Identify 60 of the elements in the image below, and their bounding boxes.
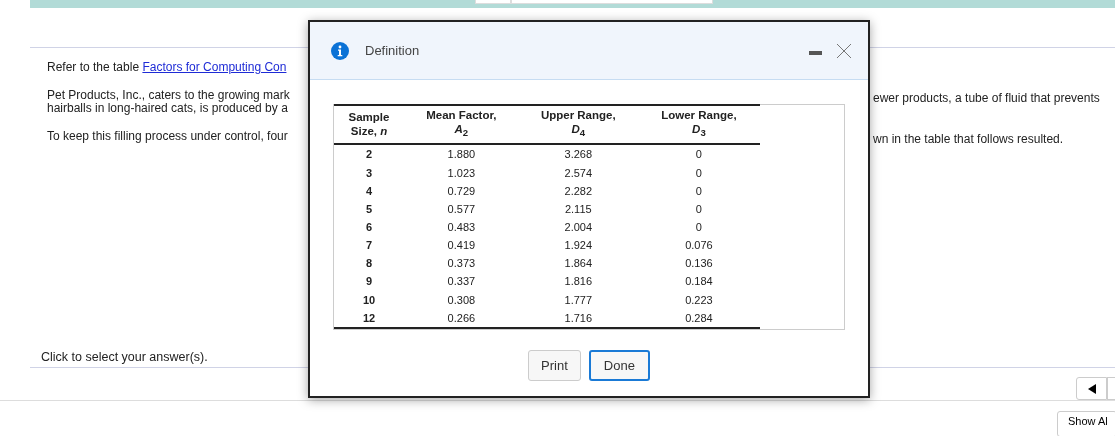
dialog-button[interactable]: Print: [528, 350, 581, 381]
table-cell-text: 0: [694, 183, 703, 199]
table-cell-text: 0.223: [684, 292, 714, 308]
show-all-button[interactable]: Show Al: [1057, 411, 1115, 436]
dialog-title: Definition: [365, 43, 420, 58]
table-cell-text: 0: [694, 201, 703, 217]
table-cell-text: 2.115: [563, 201, 593, 217]
dialog-button[interactable]: Done: [588, 350, 650, 381]
paragraph-text: hairballs in long-haired cats, is produced by a: [47, 102, 288, 115]
table-cell-text: 5: [364, 201, 374, 217]
table-cell-text: 0.337: [446, 274, 477, 290]
table-cell-text: 0.076: [684, 238, 714, 254]
table-cell-text: 0: [694, 220, 703, 235]
table-cell-text: 0.373: [446, 256, 477, 272]
intro-text: Refer to the table: [47, 60, 141, 74]
table-cell-text: 2.004: [563, 220, 594, 235]
left-triangle-icon: [1087, 383, 1096, 394]
table-cell-text: 0.483: [446, 220, 477, 235]
paragraph-text: wn in the table that follows resulted.: [873, 133, 1064, 146]
table-cell-text: 4: [364, 183, 374, 199]
table-cell: 3.268: [518, 144, 639, 164]
column-header: Mean Factor, A$_{2}$: [404, 105, 519, 145]
table-cell-text: 2.282: [563, 183, 594, 199]
table-cell: 0.266: [404, 308, 519, 328]
table-cell-text: 0: [694, 165, 703, 181]
table-cell-text: 0.729: [446, 183, 477, 199]
info-icon: [331, 41, 349, 60]
table-cell-text: 1.777: [563, 292, 594, 308]
table-cell-text: 1.023: [446, 165, 477, 181]
table-cell-text: 10: [361, 292, 377, 308]
table-cell-text: 0.136: [684, 256, 714, 272]
column-header: Upper Range, D$_{4}$: [518, 105, 639, 145]
column-header: Lower Range, D$_{3}$: [638, 105, 760, 145]
table-cell: 1.716: [518, 308, 639, 328]
back-button[interactable]: [1076, 377, 1107, 400]
table-cell-text: 3: [364, 165, 374, 181]
paragraph-text: Pet Products, Inc., caters to the growing mark: [47, 89, 290, 102]
close-button[interactable]: [836, 41, 852, 60]
table-cell: 1.880: [404, 144, 519, 164]
table-cell-text: 0.184: [684, 274, 714, 290]
prompt-text: Click to select your answer(s).: [41, 349, 208, 364]
table-cell-text: 1.864: [563, 256, 594, 272]
table-cell: 0.284: [638, 308, 760, 328]
table-cell-text: 0.577: [446, 201, 477, 217]
table-cell-text: 8: [364, 256, 374, 272]
paragraph-text: To keep this filling process under control, four: [47, 130, 288, 143]
table-cell-text: 6: [364, 220, 374, 235]
table-cell-text: 1.924: [563, 238, 594, 254]
table-cell-text: 7: [364, 238, 374, 254]
table-cell-text: 0.308: [446, 292, 477, 308]
table-cell-text: 2.574: [563, 165, 594, 181]
table-cell-text: 1.816: [563, 274, 594, 290]
table-cell: 0: [638, 144, 760, 164]
paragraph-text: ewer products, a tube of fluid that prevents: [873, 92, 1100, 105]
column-header: Sample Size, n: [333, 105, 405, 145]
table-cell-text: 0.419: [446, 238, 477, 254]
table-link[interactable]: Factors for Computing Con: [142, 60, 287, 74]
table-cell-text: 9: [364, 274, 374, 290]
table-cell: 12: [333, 308, 405, 328]
table-cell: 2: [333, 144, 405, 164]
